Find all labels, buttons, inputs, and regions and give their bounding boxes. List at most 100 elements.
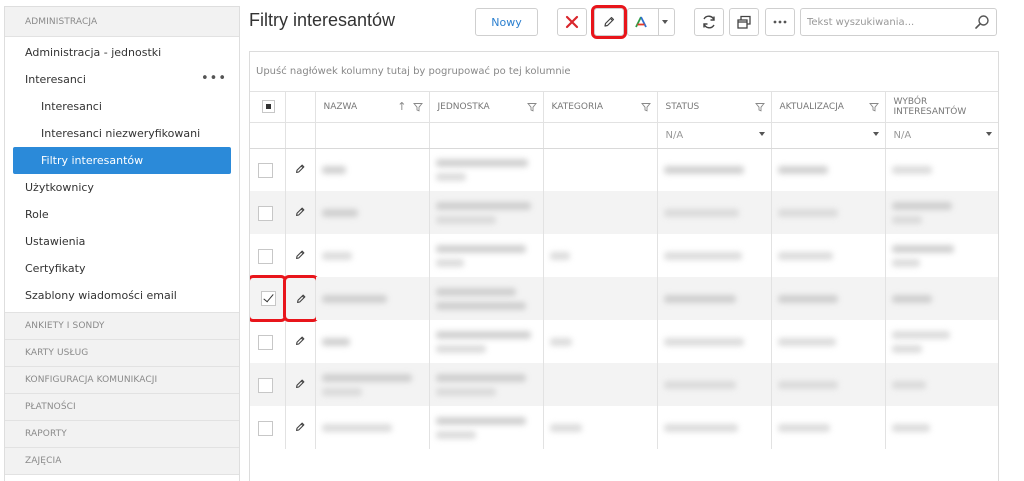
- table-row[interactable]: [250, 191, 998, 234]
- column-header-aktualizacja[interactable]: AKTUALIZACJA: [771, 92, 886, 123]
- table-row[interactable]: [250, 363, 998, 406]
- redacted-text: [663, 294, 736, 303]
- refresh-button[interactable]: [694, 8, 724, 36]
- table-row[interactable]: [250, 320, 998, 363]
- row-checkbox[interactable]: [258, 249, 273, 264]
- row-checkbox[interactable]: [258, 421, 273, 436]
- new-button[interactable]: Nowy: [475, 8, 538, 36]
- search-input[interactable]: [807, 16, 967, 28]
- sidebar-item-ustawienia[interactable]: Ustawienia: [5, 228, 239, 255]
- window-button[interactable]: [729, 8, 759, 36]
- sidebar-item-label: Interesanci: [25, 73, 86, 86]
- row-edit-cell[interactable]: [285, 363, 316, 406]
- filter-icon[interactable]: [868, 102, 879, 112]
- row-checkbox[interactable]: [258, 163, 273, 179]
- section-administracja[interactable]: ADMINISTRACJA: [5, 7, 239, 37]
- row-checkbox[interactable]: [258, 335, 273, 350]
- edit-button[interactable]: [591, 5, 627, 39]
- column-label: AKTUALIZACJA: [779, 101, 844, 112]
- aktualizacja-filter-select[interactable]: [771, 122, 886, 149]
- pencil-icon[interactable]: [295, 293, 307, 305]
- cell-status: [657, 277, 772, 320]
- status-filter-select[interactable]: N/A: [657, 122, 772, 149]
- admin-nav-group: Administracja - jednostki Interesanci ••…: [5, 37, 239, 313]
- row-edit-cell[interactable]: [285, 191, 316, 234]
- cell-kategoria: [543, 406, 658, 449]
- row-checkbox[interactable]: [258, 378, 273, 393]
- section-label: KONFIGURACJA KOMUNIKACJI: [25, 375, 158, 385]
- section-konfiguracja[interactable]: KONFIGURACJA KOMUNIKACJI: [5, 367, 239, 394]
- row-select-cell[interactable]: [250, 234, 286, 277]
- sidebar-item-interesanci[interactable]: Interesanci •••: [5, 66, 239, 93]
- more-options-button[interactable]: [765, 8, 795, 36]
- more-icon: [773, 20, 787, 24]
- row-edit-cell[interactable]: [285, 148, 316, 191]
- chevron-down-icon[interactable]: [758, 131, 765, 136]
- section-karty-uslug[interactable]: KARTY USŁUG: [5, 340, 239, 367]
- sidebar-item-administracja-jednostki[interactable]: Administracja - jednostki: [5, 39, 239, 66]
- search-box[interactable]: [800, 8, 997, 36]
- pencil-icon[interactable]: [294, 421, 306, 433]
- selection-highlight: [250, 275, 287, 322]
- sidebar-item-certyfikaty[interactable]: Certyfikaty: [5, 255, 239, 282]
- pencil-icon[interactable]: [294, 163, 306, 175]
- row-edit-cell[interactable]: [285, 320, 316, 363]
- row-select-cell[interactable]: [250, 406, 286, 449]
- chevron-down-icon[interactable]: [986, 131, 992, 136]
- filter-icon[interactable]: [640, 102, 651, 112]
- cell-kategoria: [543, 148, 658, 191]
- sidebar-item-szablony[interactable]: Szablony wiadomości email: [5, 282, 239, 309]
- sidebar-item-uzytkownicy[interactable]: Użytkownicy: [5, 174, 239, 201]
- row-checkbox[interactable]: [258, 206, 273, 221]
- section-platnosci[interactable]: PŁATNOŚCI: [5, 394, 239, 421]
- redacted-text: [435, 201, 531, 210]
- sort-asc-icon[interactable]: ↑: [397, 100, 406, 113]
- section-zajecia[interactable]: ZAJĘCIA: [5, 448, 239, 475]
- table-row[interactable]: [250, 406, 998, 449]
- select-all-cell[interactable]: [250, 92, 286, 123]
- filter-icon[interactable]: [754, 102, 765, 112]
- filter-icon[interactable]: [526, 102, 537, 112]
- row-select-cell[interactable]: [250, 148, 286, 191]
- sidebar-subitem-niezweryfikowani[interactable]: Interesanci niezweryfikowani: [5, 120, 239, 147]
- table-row[interactable]: [250, 148, 998, 191]
- search-icon[interactable]: [974, 14, 990, 30]
- row-checkbox[interactable]: [260, 291, 276, 306]
- table-row[interactable]: [250, 234, 998, 277]
- sidebar-item-role[interactable]: Role: [5, 201, 239, 228]
- sidebar-subitem-interesanci[interactable]: Interesanci: [5, 93, 239, 120]
- pencil-icon[interactable]: [294, 206, 306, 218]
- column-header-kategoria[interactable]: KATEGORIA: [543, 92, 658, 123]
- row-select-cell[interactable]: [250, 320, 286, 363]
- column-header-status[interactable]: STATUS: [657, 92, 772, 123]
- redacted-text: [321, 387, 362, 396]
- section-raporty[interactable]: RAPORTY: [5, 421, 239, 448]
- wybor-filter-select[interactable]: N/A: [885, 122, 998, 149]
- pencil-icon[interactable]: [294, 249, 306, 261]
- row-edit-cell[interactable]: [285, 234, 316, 277]
- column-header-jednostka[interactable]: JEDNOSTKA: [429, 92, 544, 123]
- row-edit-cell[interactable]: [282, 275, 319, 322]
- cell-kategoria: [543, 191, 658, 234]
- row-select-cell[interactable]: [250, 191, 286, 234]
- row-edit-cell[interactable]: [285, 406, 316, 449]
- cell-nazwa: [315, 234, 430, 277]
- section-ankiety[interactable]: ANKIETY I SONDY: [5, 313, 239, 340]
- sidebar-subitem-filtry-interesantow[interactable]: Filtry interesantów: [13, 147, 231, 174]
- chevron-down-icon[interactable]: [872, 131, 879, 136]
- row-select-cell[interactable]: [250, 275, 287, 322]
- pencil-icon[interactable]: [294, 378, 306, 390]
- column-header-wybor-interesantow[interactable]: WYBÓR INTERESANTÓW: [885, 92, 998, 123]
- row-select-cell[interactable]: [250, 363, 286, 406]
- select-all-checkbox[interactable]: [262, 100, 275, 114]
- column-header-nazwa[interactable]: NAZWA ↑: [315, 92, 430, 123]
- chevron-down-icon[interactable]: [662, 20, 668, 24]
- table-row[interactable]: [250, 275, 998, 322]
- delete-button[interactable]: [557, 8, 587, 36]
- pencil-icon[interactable]: [294, 335, 306, 347]
- export-dropdown-button[interactable]: [627, 8, 675, 36]
- filter-icon[interactable]: [412, 102, 423, 112]
- more-icon[interactable]: •••: [201, 71, 227, 86]
- redacted-text: [777, 251, 833, 260]
- group-panel[interactable]: Upuść nagłówek kolumny tutaj by pogrupow…: [250, 52, 998, 92]
